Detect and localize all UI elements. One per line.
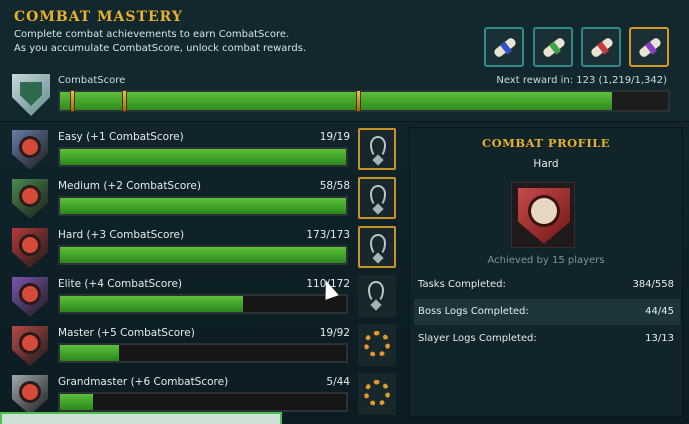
tier-progress-fill (60, 149, 346, 165)
tier-list: Easy (+1 CombatScore) 19/19 Medium (+2 Com… (8, 124, 404, 424)
tier-progress-bar (58, 245, 348, 265)
tier-row[interactable]: Medium (+2 CombatScore) 58/58 (8, 173, 404, 222)
reward-slot-3[interactable] (581, 27, 621, 67)
stat-label: Boss Logs Completed: (418, 306, 529, 317)
tier-progress-fill (60, 198, 346, 214)
tier-progress-bar (58, 343, 348, 363)
tier-reward-slot[interactable] (358, 177, 396, 219)
tier-name: Hard (+3 CombatScore) (58, 229, 185, 241)
next-reward-text: Next reward in: 123 (1,219/1,342) (496, 75, 667, 86)
skull-face-icon (531, 198, 557, 224)
tier-row[interactable]: Elite (+4 CombatScore) 110/172 (8, 271, 404, 320)
background-window-strip (0, 412, 282, 424)
combatscore-label: CombatScore (58, 75, 126, 86)
tier-progress-bar (58, 294, 348, 314)
tier-progress-fill (60, 394, 93, 410)
reward-slot-1[interactable] (484, 27, 524, 67)
tier-name: Medium (+2 CombatScore) (58, 180, 201, 192)
tier-progress-bar (58, 147, 348, 167)
tier-emblem (511, 182, 575, 248)
ring-icon (364, 331, 390, 357)
achieved-by-text: Achieved by 15 players (487, 255, 605, 266)
stat-value: 13/13 (645, 333, 674, 344)
reward-marker (356, 90, 361, 112)
tier-name: Elite (+4 CombatScore) (58, 278, 183, 290)
stat-label: Slayer Logs Completed: (418, 333, 537, 344)
tier-count: 173/173 (306, 229, 350, 241)
reward-slot-4[interactable] (629, 27, 669, 67)
reward-marker (70, 90, 75, 112)
tier-reward-slot[interactable] (358, 128, 396, 170)
description-line-2: As you accumulate CombatScore, unlock co… (14, 43, 307, 54)
tier-reward-slot[interactable] (358, 373, 396, 415)
tier-shield-icon (12, 375, 48, 415)
tier-shield-icon (12, 179, 48, 219)
ring-icon (364, 380, 390, 406)
tier-shield-icon (12, 326, 48, 366)
stat-row-tasks: Tasks Completed: 384/558 (414, 272, 680, 298)
tier-name: Grandmaster (+6 CombatScore) (58, 376, 229, 388)
tier-count: 19/19 (319, 131, 350, 143)
profile-tier: Hard (533, 158, 559, 170)
combatscore-progress-bar (58, 90, 670, 112)
tier-row[interactable]: Hard (+3 CombatScore) 173/173 (8, 222, 404, 271)
tier-count: 19/92 (319, 327, 350, 339)
tier-shield-icon (12, 277, 48, 317)
tier-progress-fill (60, 247, 346, 263)
tier-row[interactable]: Master (+5 CombatScore) 19/92 (8, 320, 404, 369)
tier-reward-slot[interactable] (358, 324, 396, 366)
combat-mastery-window: COMBAT MASTERY Complete combat achieveme… (0, 0, 689, 424)
stat-label: Tasks Completed: (418, 279, 506, 290)
profile-title: COMBAT PROFILE (481, 136, 611, 150)
tier-row[interactable]: Grandmaster (+6 CombatScore) 5/44 (8, 369, 404, 418)
description-line-1: Complete combat achievements to earn Com… (14, 29, 290, 40)
tier-progress-fill (60, 345, 120, 361)
combatscore-progress-fill (60, 92, 613, 110)
reward-slot-2[interactable] (533, 27, 573, 67)
stat-value: 384/558 (632, 279, 674, 290)
tier-progress-bar (58, 196, 348, 216)
reward-marker (122, 90, 127, 112)
combat-shield-icon (12, 74, 50, 116)
tier-row[interactable]: Easy (+1 CombatScore) 19/19 (8, 124, 404, 173)
stat-row-boss-logs: Boss Logs Completed: 44/45 (414, 299, 680, 325)
tier-name: Master (+5 CombatScore) (58, 327, 195, 339)
stat-row-slayer-logs: Slayer Logs Completed: 13/13 (414, 326, 680, 352)
stat-value: 44/45 (645, 306, 674, 317)
tier-name: Easy (+1 CombatScore) (58, 131, 184, 143)
header-panel: COMBAT MASTERY Complete combat achieveme… (0, 0, 689, 122)
page-title: COMBAT MASTERY (14, 9, 183, 25)
tier-shield-icon (12, 130, 48, 170)
tier-progress-fill (60, 296, 243, 312)
tier-reward-slot[interactable] (358, 226, 396, 268)
tier-shield-icon (12, 228, 48, 268)
tier-count: 58/58 (319, 180, 350, 192)
tier-reward-slot[interactable] (358, 275, 396, 317)
combat-profile-panel: COMBAT PROFILE Hard Achieved by 15 playe… (409, 127, 683, 417)
tier-count: 5/44 (326, 376, 350, 388)
tier-progress-bar (58, 392, 348, 412)
